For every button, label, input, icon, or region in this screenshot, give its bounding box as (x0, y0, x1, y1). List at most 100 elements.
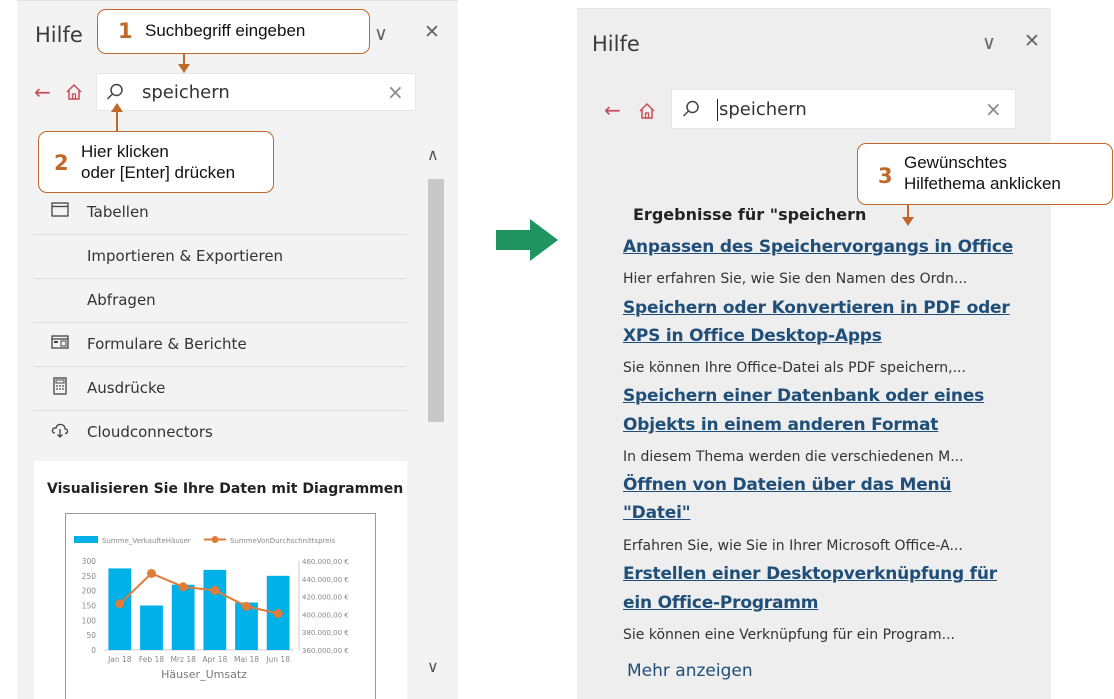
result-desc-1: Hier erfahren Sie, wie Sie den Namen des… (623, 271, 968, 287)
legend-bar-swatch (74, 536, 98, 543)
line-point (115, 599, 125, 609)
category-label: Tabellen (87, 203, 149, 221)
category-formulare[interactable]: Formulare & Berichte (34, 323, 406, 367)
y-right-tick-label: 420.000,00 € (302, 594, 349, 602)
scroll-up-icon[interactable]: ∧ (427, 145, 439, 164)
pane-title: Hilfe (592, 32, 640, 56)
callout-number: 1 (118, 19, 133, 43)
x-tick-label: Apr 18 (202, 655, 227, 664)
result-link-5[interactable]: Erstellen einer Desktopverknüpfung für (623, 564, 997, 584)
combo-chart: Summe_VerkaufteHäuser SummeVonDurchschnit… (74, 536, 349, 681)
line-point (178, 582, 188, 592)
result-desc-3: In diesem Thema werden die verschiedenen… (623, 449, 964, 465)
y-left-tick-label: 250 (82, 572, 97, 581)
y-right-tick-label: 360.000,00 € (302, 647, 349, 655)
chevron-down-icon[interactable]: ∨ (374, 23, 388, 45)
form-icon (51, 335, 69, 349)
result-link-2-line2[interactable]: XPS in Office Desktop-Apps (623, 326, 882, 346)
y-left-tick-label: 100 (82, 616, 97, 625)
result-link-5-line2[interactable]: ein Office-Programm (623, 593, 818, 613)
result-link-4-line2[interactable]: "Datei" (623, 503, 691, 523)
back-arrow-icon[interactable]: ← (34, 80, 51, 104)
callout-text-line2: oder [Enter] drücken (81, 163, 236, 182)
bar (140, 605, 163, 650)
search-value: speichern (142, 82, 230, 103)
callout-number: 3 (878, 164, 893, 188)
bar (108, 568, 132, 650)
cloud-icon (51, 423, 69, 438)
transition-arrow-icon (496, 219, 558, 261)
y-right-tick-label: 380.000,00 € (302, 629, 349, 637)
results-heading: Ergebnisse für "speichern (633, 205, 867, 224)
scroll-thumb[interactable] (428, 179, 444, 422)
line-point (147, 568, 156, 578)
search-icon (106, 83, 123, 100)
legend-bar-label: Summe_VerkaufteHäuser (102, 537, 191, 545)
search-input[interactable]: speichern × (671, 89, 1016, 129)
callout-2: 2 Hier klicken oder [Enter] drücken (38, 131, 274, 193)
y-left-tick-label: 300 (82, 557, 97, 566)
y-left-tick-label: 200 (82, 587, 97, 596)
y-left-tick-label: 50 (86, 631, 96, 640)
category-importieren[interactable]: Importieren & Exportieren (34, 235, 406, 279)
legend-line-label: SummeVonDurchschnittspreis (230, 537, 335, 545)
category-abfragen[interactable]: Abfragen (34, 279, 406, 323)
category-label: Formulare & Berichte (87, 335, 247, 353)
result-desc-4: Erfahren Sie, wie Sie in Ihrer Microsoft… (623, 538, 963, 554)
y-right-tick-label: 400.000,00 € (302, 611, 349, 619)
callout-text-line1: Gewünschtes (904, 153, 1007, 172)
y-left-tick-label: 150 (82, 602, 97, 611)
help-pane-left: Hilfe ∨ ✕ ← speichern × ∧ ∨ Tabellen Imp… (17, 0, 458, 699)
clear-icon[interactable]: × (985, 97, 1002, 121)
home-icon[interactable] (65, 83, 83, 105)
x-tick-label: Mrz 18 (170, 655, 196, 664)
line-point (273, 609, 283, 619)
callout-text: Suchbegriff eingeben (145, 21, 306, 40)
text-cursor (717, 99, 718, 121)
scrollbar[interactable]: ∧ ∨ (425, 141, 447, 686)
callout-3-arrowhead (902, 217, 914, 226)
callout-3: 3 Gewünschtes Hilfethema anklicken (857, 143, 1113, 205)
search-input[interactable]: speichern × (96, 73, 416, 111)
x-tick-label: Jan 18 (107, 655, 132, 664)
show-more-link[interactable]: Mehr anzeigen (627, 661, 753, 681)
close-icon[interactable]: ✕ (1024, 30, 1040, 52)
result-link-1[interactable]: Anpassen des Speichervorgangs in Office (623, 237, 1013, 257)
search-value: speichern (719, 99, 807, 120)
close-icon[interactable]: ✕ (424, 21, 440, 43)
result-link-3[interactable]: Speichern einer Datenbank oder eines (623, 386, 984, 406)
y-left-tick-label: 0 (91, 646, 96, 655)
y-right-tick-label: 460.000,00 € (302, 558, 349, 566)
help-pane-right: Hilfe ∨ ✕ ← speichern × Ergebnisse für "… (577, 8, 1051, 699)
result-link-2[interactable]: Speichern oder Konvertieren in PDF oder (623, 298, 1010, 318)
callout-text-line1: Hier klicken (81, 142, 169, 161)
category-label: Abfragen (87, 291, 156, 309)
x-tick-label: Mai 18 (234, 655, 259, 664)
result-desc-5: Sie können eine Verknüpfung für ein Prog… (623, 627, 956, 643)
table-icon (51, 202, 69, 217)
x-tick-label: Feb 18 (139, 655, 164, 664)
home-icon[interactable] (638, 102, 656, 124)
chart-image: Summe_VerkaufteHäuser SummeVonDurchschnit… (65, 513, 376, 699)
chevron-down-icon[interactable]: ∨ (982, 32, 996, 54)
x-tick-label: Jun 18 (265, 655, 290, 664)
result-desc-2: Sie können Ihre Office-Datei als PDF spe… (623, 360, 966, 376)
callout-1: 1 Suchbegriff eingeben (97, 9, 370, 54)
category-label: Importieren & Exportieren (87, 247, 284, 265)
category-ausdruecke[interactable]: Ausdrücke (34, 367, 406, 411)
scroll-down-icon[interactable]: ∨ (427, 657, 439, 676)
card-title: Visualisieren Sie Ihre Daten mit Diagram… (47, 481, 404, 497)
callout-number: 2 (54, 151, 69, 175)
line-point (210, 585, 220, 595)
result-link-3-line2[interactable]: Objekts in einem anderen Format (623, 415, 938, 435)
category-tabellen[interactable]: Tabellen (34, 191, 406, 235)
category-cloudconnectors[interactable]: Cloudconnectors (34, 411, 406, 455)
pane-title: Hilfe (35, 23, 83, 47)
calculator-icon (53, 377, 67, 395)
result-link-4[interactable]: Öffnen von Dateien über das Menü (623, 475, 952, 495)
back-arrow-icon[interactable]: ← (604, 98, 621, 122)
clear-icon[interactable]: × (387, 80, 404, 104)
category-label: Cloudconnectors (87, 423, 213, 441)
chart-card[interactable]: Visualisieren Sie Ihre Daten mit Diagram… (34, 461, 407, 699)
bar (203, 569, 227, 650)
